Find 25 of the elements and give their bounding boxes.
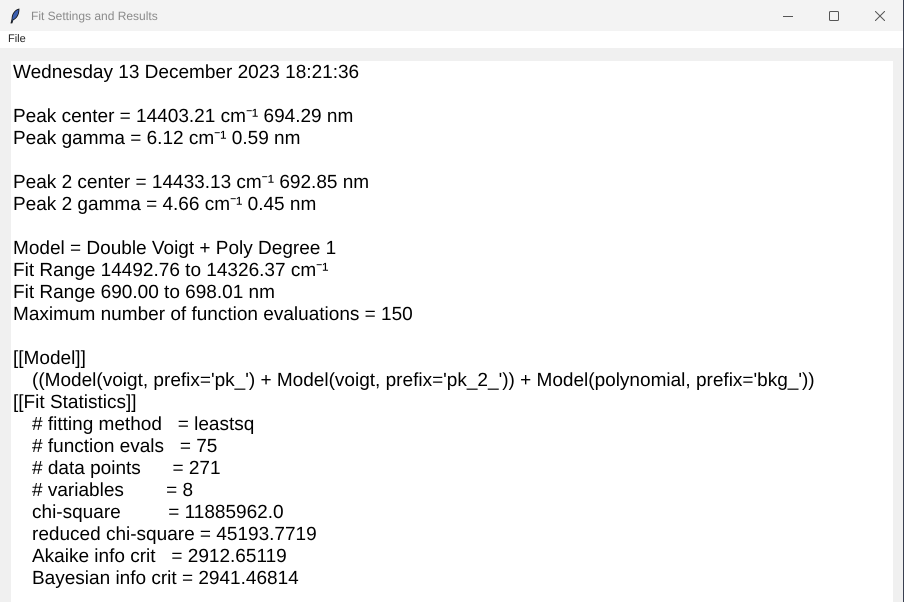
report-line: # data points = 271 [31, 458, 221, 480]
report-line: # fitting method = leastsq [31, 414, 254, 436]
report-line: # variables = 8 [31, 480, 194, 502]
feather-icon [10, 8, 20, 24]
close-icon [875, 10, 885, 20]
report-line: Peak 2 center = 14433.13 cm⁻¹ 692.85 nm [13, 172, 370, 194]
report-line: [[Fit Statistics]] [13, 392, 137, 414]
report-line: reduced chi-square = 45193.7719 [31, 524, 317, 546]
report-line: Akaike info crit = 2912.65119 [31, 546, 287, 568]
report-line: Fit Range 690.00 to 698.01 nm [13, 282, 275, 304]
menu-item[interactable]: File [0, 31, 30, 48]
report-line: # function evals = 75 [31, 436, 218, 458]
report-line: Bayesian info crit = 2941.46814 [31, 568, 299, 590]
report-line: Maximum number of function evaluations = 150 [13, 304, 413, 326]
report-line: Peak gamma = 6.12 cm⁻¹ 0.59 nm [13, 128, 300, 150]
report-line: chi-square = 11885962.0 [31, 502, 284, 524]
report-line: Model = Double Voigt + Poly Degree 1 [13, 238, 336, 260]
report-line: Peak center = 14403.21 cm⁻¹ 694.29 nm [13, 106, 354, 128]
report-line: ((Model(voigt, prefix='pk_') + Model(voigt, prefix='pk_2_')) + Model(polynomial, prefix='bkg_')) [31, 370, 815, 392]
report-line: Wednesday 13 December 2023 18:21:36 [13, 62, 360, 84]
window-title: Fit Settings and Results [31, 8, 159, 22]
report-line: Fit Range 14492.76 to 14326.37 cm⁻¹ [13, 260, 328, 282]
report-line: Peak 2 gamma = 4.66 cm⁻¹ 0.45 nm [13, 194, 316, 216]
maximize-icon [829, 10, 839, 20]
report-line: [[Model]] [13, 348, 86, 370]
